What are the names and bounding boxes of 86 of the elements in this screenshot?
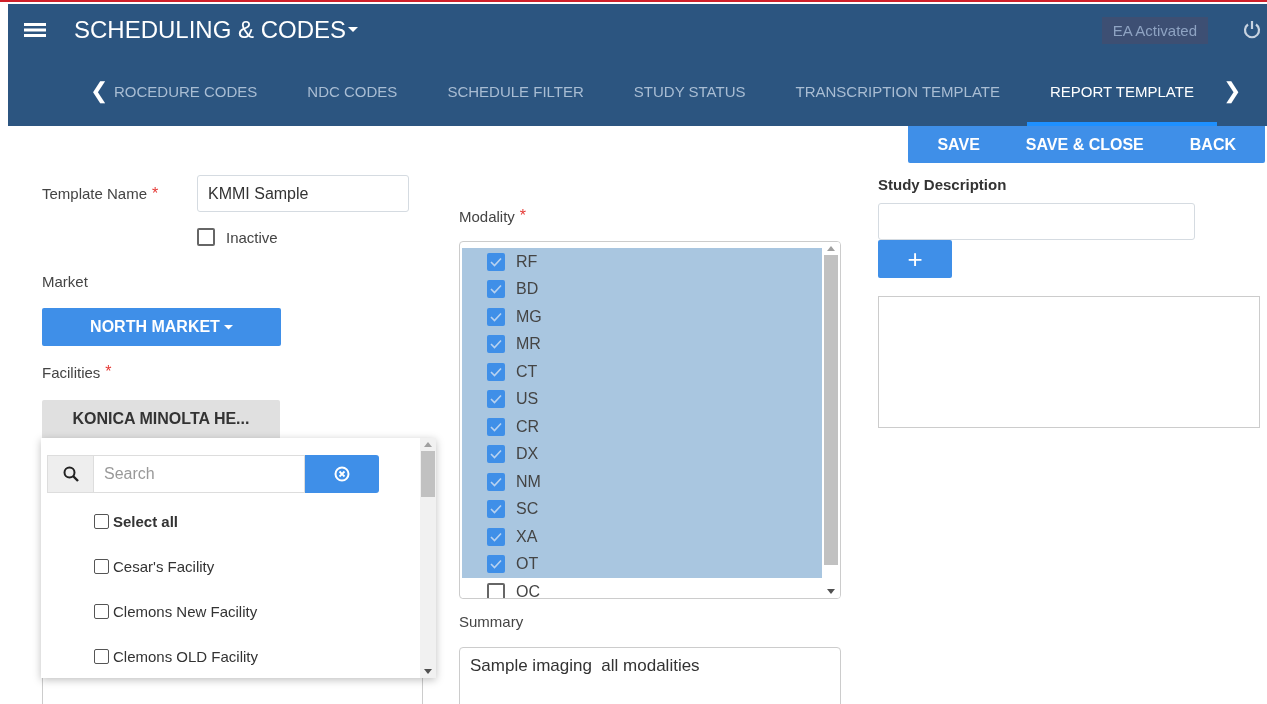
modality-option[interactable]: XA (462, 523, 822, 551)
modality-checkbox[interactable] (487, 472, 505, 491)
modality-checkbox[interactable] (487, 417, 505, 436)
facility-option[interactable]: Clemons New Facility (47, 589, 420, 634)
modality-option[interactable]: MR (462, 330, 822, 358)
check-icon (490, 504, 502, 515)
modality-option[interactable]: DX (462, 440, 822, 468)
modality-checkbox[interactable] (487, 335, 505, 354)
tab[interactable]: TRANSCRIPTION TEMPLATE (772, 56, 1023, 126)
market-label: Market (42, 273, 89, 290)
modality-option[interactable]: CR (462, 413, 822, 441)
study-description-label: Study Description (878, 176, 1008, 193)
status-badge: EA Activated (1101, 16, 1208, 44)
search-field[interactable]: Search (94, 455, 305, 493)
summary-field[interactable]: Sample imaging all modalities (459, 647, 841, 704)
tab[interactable]: NDC CODES (284, 56, 421, 126)
check-icon (490, 366, 502, 377)
facilities-dropdown-button[interactable]: KONICA MINOLTA HE... (42, 400, 280, 438)
modality-checkbox[interactable] (487, 582, 505, 598)
scrollbar[interactable] (822, 242, 840, 598)
clear-icon (334, 466, 350, 482)
modality-checkbox[interactable] (487, 527, 505, 546)
scroll-down-icon[interactable] (424, 669, 432, 674)
study-description-field[interactable] (878, 203, 1195, 240)
tab[interactable]: SCHEDULE FILTER (424, 56, 607, 126)
modality-option[interactable]: BD (462, 275, 822, 303)
facility-checkbox[interactable] (94, 604, 109, 619)
modality-option[interactable]: OT (462, 550, 822, 578)
check-icon (490, 311, 502, 322)
scrollbar-thumb[interactable] (824, 255, 838, 565)
scroll-down-icon[interactable] (827, 589, 835, 594)
modality-option[interactable]: CT (462, 358, 822, 386)
clear-search-button[interactable] (305, 455, 379, 493)
menu-icon[interactable] (24, 23, 46, 37)
modality-checkbox[interactable] (487, 555, 505, 574)
market-dropdown-button[interactable]: NORTH MARKET (42, 308, 281, 346)
scroll-up-icon[interactable] (827, 246, 835, 251)
scroll-up-icon[interactable] (424, 442, 432, 447)
modality-option[interactable]: NM (462, 468, 822, 496)
search-icon (47, 455, 94, 493)
module-menu[interactable]: SCHEDULING & CODES (74, 16, 359, 44)
modality-checkbox[interactable] (487, 390, 505, 409)
required-marker: * (152, 184, 159, 203)
scrollbar[interactable] (420, 438, 436, 678)
check-icon (490, 449, 502, 460)
add-button[interactable]: + (878, 240, 952, 278)
tabs-next-arrow[interactable]: ❯ (1222, 56, 1241, 126)
facility-checkbox[interactable] (94, 559, 109, 574)
facility-checkbox[interactable] (94, 514, 109, 529)
check-icon (490, 531, 502, 542)
caret-icon (223, 324, 233, 330)
modality-option[interactable]: MG (462, 303, 822, 331)
modality-checkbox[interactable] (487, 362, 505, 381)
power-icon[interactable] (1242, 20, 1262, 40)
facility-checkbox[interactable] (94, 649, 109, 664)
template-name-label: Template Name (42, 185, 148, 202)
check-icon (490, 559, 502, 570)
modality-label: Modality (459, 207, 515, 225)
modality-checkbox[interactable] (487, 280, 505, 299)
caret-icon (348, 27, 359, 33)
check-icon (490, 476, 502, 487)
tab[interactable]: STUDY STATUS (610, 56, 769, 126)
check-icon (490, 394, 502, 405)
facilities-label: Facilities (42, 363, 101, 381)
tabs-prev-arrow[interactable]: ❮ (90, 56, 108, 126)
facility-option[interactable]: Select all (47, 499, 420, 544)
scrollbar-thumb[interactable] (421, 451, 435, 497)
required-marker: * (105, 363, 112, 381)
modality-option[interactable]: RF (462, 248, 822, 276)
modality-checkbox[interactable] (487, 252, 505, 271)
modality-option[interactable]: SC (462, 495, 822, 523)
modality-checkbox[interactable] (487, 500, 505, 519)
summary-label: Summary (459, 613, 525, 630)
check-icon (490, 256, 502, 267)
check-icon (490, 421, 502, 432)
facility-option[interactable]: Clemons OLD Facility (47, 634, 420, 678)
modality-checkbox[interactable] (487, 445, 505, 464)
template-name-field[interactable]: KMMI Sample (197, 175, 409, 212)
check-icon (490, 284, 502, 295)
check-icon (490, 339, 502, 350)
tab[interactable]: ROCEDURE CODES (110, 56, 281, 126)
facility-option[interactable]: Cesar's Facility (47, 544, 420, 589)
inactive-label: Inactive (226, 228, 278, 246)
modality-checkbox[interactable] (487, 307, 505, 326)
required-marker: * (519, 207, 527, 225)
modality-option[interactable]: US (462, 385, 822, 413)
